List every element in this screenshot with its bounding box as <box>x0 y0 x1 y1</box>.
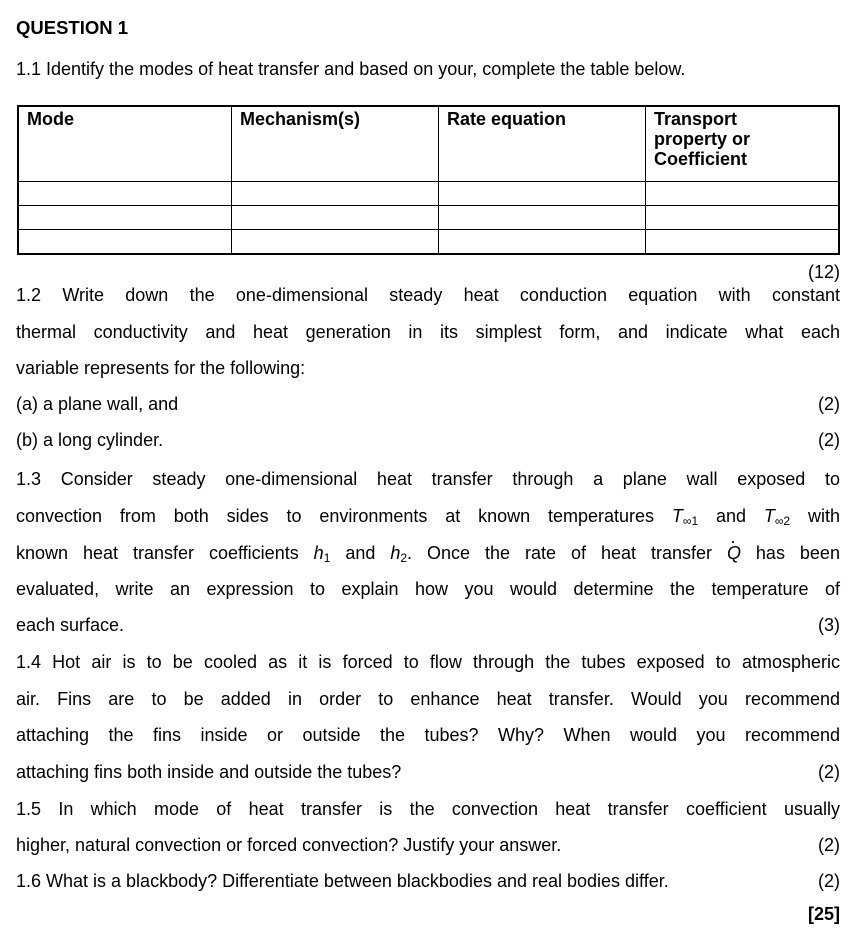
header-transport-property: Transport property or Coefficient <box>645 105 840 182</box>
h1-symbol: h1 <box>313 543 331 565</box>
q1-4-line-2: air. Fins are to be added in order to en… <box>16 689 840 709</box>
table-cell[interactable] <box>645 205 840 230</box>
q1-4-line-3: attaching the fins inside or outside the… <box>16 725 840 745</box>
table-cell[interactable] <box>438 229 646 255</box>
header-rate-equation: Rate equation <box>438 105 646 182</box>
table-cell[interactable] <box>645 181 840 206</box>
q1-5-line-1: 1.5 In which mode of heat transfer is th… <box>16 799 840 819</box>
header-mode: Mode <box>17 105 232 182</box>
table-cell[interactable] <box>645 229 840 255</box>
heat-transfer-modes-table: Mode Mechanism(s) Rate equation Transpor… <box>17 105 840 255</box>
question-title: QUESTION 1 <box>16 17 129 38</box>
table-row <box>17 205 840 230</box>
q1-4-line-1: 1.4 Hot air is to be cooled as it is for… <box>16 652 840 672</box>
q1-4-line-4: attaching fins both inside and outside t… <box>16 762 840 782</box>
q1-2a-marks: (2) <box>818 394 840 414</box>
q1-5-line-2: higher, natural convection or forced con… <box>16 835 840 855</box>
q1-3-line-2: convection from both sides to environmen… <box>16 506 840 528</box>
table-cell[interactable] <box>438 205 646 230</box>
q1-2-line-2: thermal conductivity and heat generation… <box>16 322 840 342</box>
table-cell[interactable] <box>438 181 646 206</box>
table-row <box>17 181 840 206</box>
q1-1-marks: (12) <box>807 262 840 282</box>
q-dot-symbol: Q <box>727 529 741 565</box>
table-cell[interactable] <box>231 181 439 206</box>
q1-2-line-3: variable represents for the following: <box>16 358 306 378</box>
q1-2-part-a: (a) a plane wall, and (2) <box>16 394 840 414</box>
q1-1-prompt: 1.1 Identify the modes of heat transfer … <box>16 59 686 79</box>
question-total-marks: [25] <box>807 904 840 924</box>
q1-5-marks: (2) <box>818 835 840 855</box>
q1-3-line-5: each surface. (3) <box>16 615 840 635</box>
q1-6-line: 1.6 What is a blackbody? Differentiate b… <box>16 871 840 891</box>
table-cell[interactable] <box>17 229 232 255</box>
q1-4-marks: (2) <box>818 762 840 782</box>
table-header-row: Mode Mechanism(s) Rate equation Transpor… <box>17 105 840 182</box>
t-inf-1-symbol: T∞1 <box>671 506 699 528</box>
table-cell[interactable] <box>17 205 232 230</box>
table-cell[interactable] <box>231 205 439 230</box>
q1-3-line-4: evaluated, write an expression to explai… <box>16 579 840 599</box>
table-cell[interactable] <box>17 181 232 206</box>
q1-3-line-3: known heat transfer coefficients h1 and … <box>16 529 840 565</box>
q1-2-line-1: 1.2 Write down the one-dimensional stead… <box>16 285 840 305</box>
h2-symbol: h2 <box>390 543 408 565</box>
q1-3-marks: (3) <box>818 615 840 635</box>
table-row <box>17 229 840 255</box>
q1-6-marks: (2) <box>818 871 840 891</box>
q1-2b-marks: (2) <box>818 430 840 450</box>
q1-2-part-b: (b) a long cylinder. (2) <box>16 430 840 450</box>
table-cell[interactable] <box>231 229 439 255</box>
header-mechanisms: Mechanism(s) <box>231 105 439 182</box>
q1-3-line-1: 1.3 Consider steady one-dimensional heat… <box>16 469 840 489</box>
t-inf-2-symbol: T∞2 <box>763 506 791 528</box>
